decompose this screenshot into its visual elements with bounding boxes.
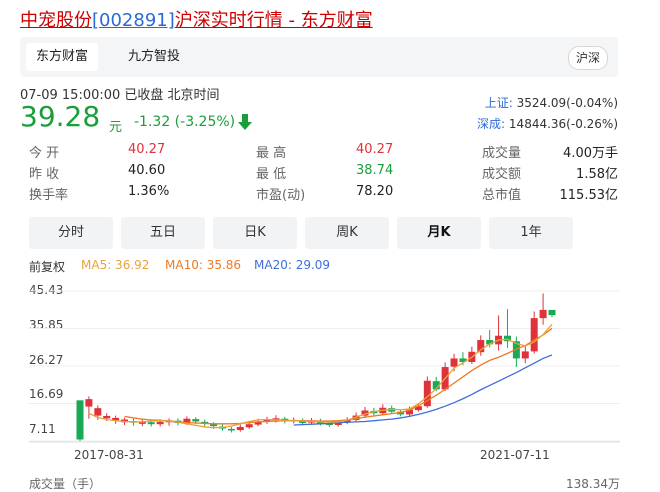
volume-label: 成交量（手） bbox=[29, 477, 102, 491]
candle-body bbox=[521, 351, 529, 359]
candle-body bbox=[450, 358, 458, 367]
candle-body bbox=[76, 400, 84, 440]
candle-body bbox=[530, 318, 538, 352]
candle-body bbox=[548, 309, 556, 316]
candle-body bbox=[539, 309, 547, 319]
candle-body bbox=[210, 424, 218, 427]
candle-body bbox=[85, 399, 93, 407]
kline-chart[interactable] bbox=[0, 0, 660, 487]
candle-body bbox=[103, 415, 111, 419]
candle-body bbox=[236, 426, 244, 431]
candle-body bbox=[94, 408, 102, 416]
candle-body bbox=[147, 422, 155, 425]
volume-max: 138.34万 bbox=[566, 477, 620, 491]
candle-body bbox=[156, 421, 164, 425]
candle-body bbox=[245, 424, 253, 428]
ma20-line bbox=[293, 354, 553, 426]
ma5-line bbox=[88, 323, 553, 429]
candle-body bbox=[227, 428, 235, 431]
candle-body bbox=[192, 419, 200, 422]
